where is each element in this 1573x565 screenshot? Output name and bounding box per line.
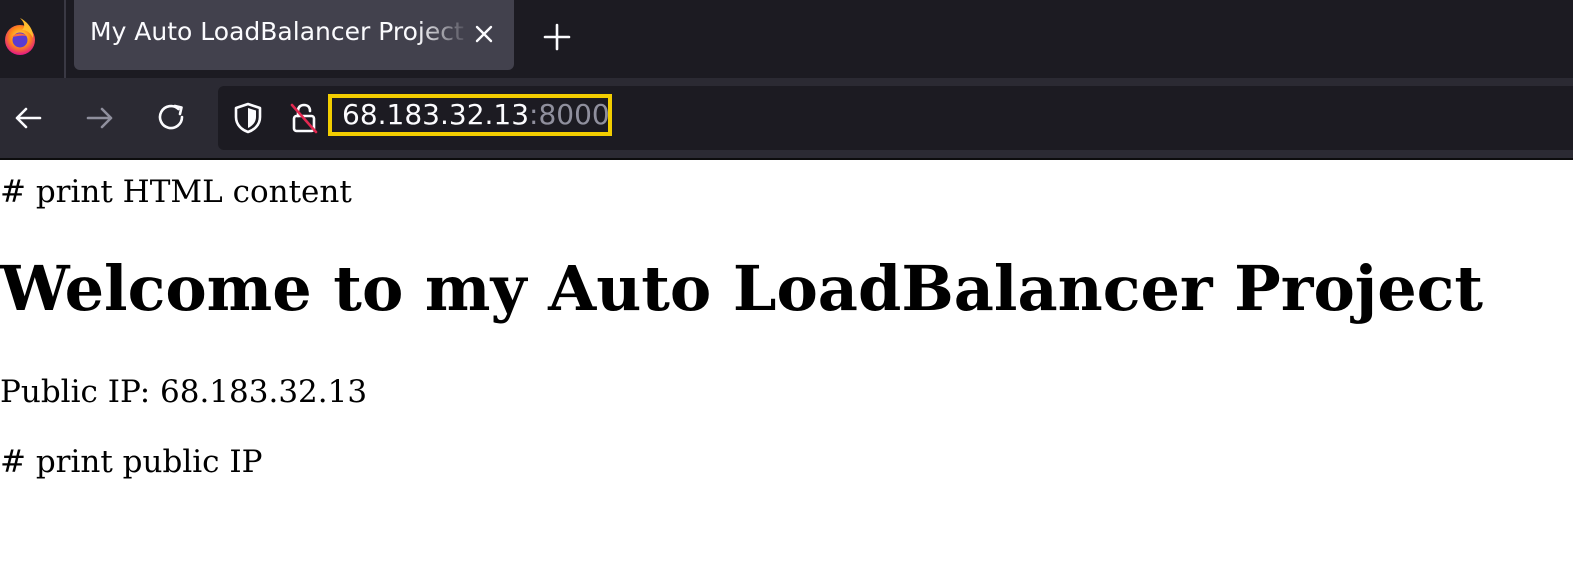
arrow-left-icon[interactable] xyxy=(10,100,46,136)
ip-comment-text: # print public IP xyxy=(0,444,263,480)
tab-strip: My Auto LoadBalancer Project xyxy=(0,0,1573,78)
navigation-toolbar: 68.183.32.13:8000 xyxy=(0,78,1573,158)
shield-icon[interactable] xyxy=(230,100,266,136)
firefox-icon[interactable] xyxy=(0,8,48,62)
reload-icon[interactable] xyxy=(154,100,190,136)
tab-strip-divider xyxy=(64,0,66,78)
tab-active[interactable]: My Auto LoadBalancer Project xyxy=(74,0,514,70)
url-port: :8000 xyxy=(529,98,610,131)
close-icon[interactable] xyxy=(470,20,498,48)
tab-title: My Auto LoadBalancer Project xyxy=(90,17,464,46)
url-text[interactable]: 68.183.32.13:8000 xyxy=(328,94,612,136)
public-ip-text: Public IP: 68.183.32.13 xyxy=(0,374,368,410)
url-host: 68.183.32.13 xyxy=(342,98,530,131)
plus-icon[interactable] xyxy=(540,20,574,54)
browser-window: My Auto LoadBalancer Project 68.183.32.1… xyxy=(0,0,1573,565)
page-content: # print HTML content Welcome to my Auto … xyxy=(0,160,1573,565)
address-bar[interactable]: 68.183.32.13:8000 xyxy=(218,86,1573,150)
lock-crossed-icon[interactable] xyxy=(286,100,322,136)
html-comment-text: # print HTML content xyxy=(0,174,352,210)
page-heading: Welcome to my Auto LoadBalancer Project xyxy=(0,252,1484,325)
arrow-right-icon[interactable] xyxy=(82,100,118,136)
